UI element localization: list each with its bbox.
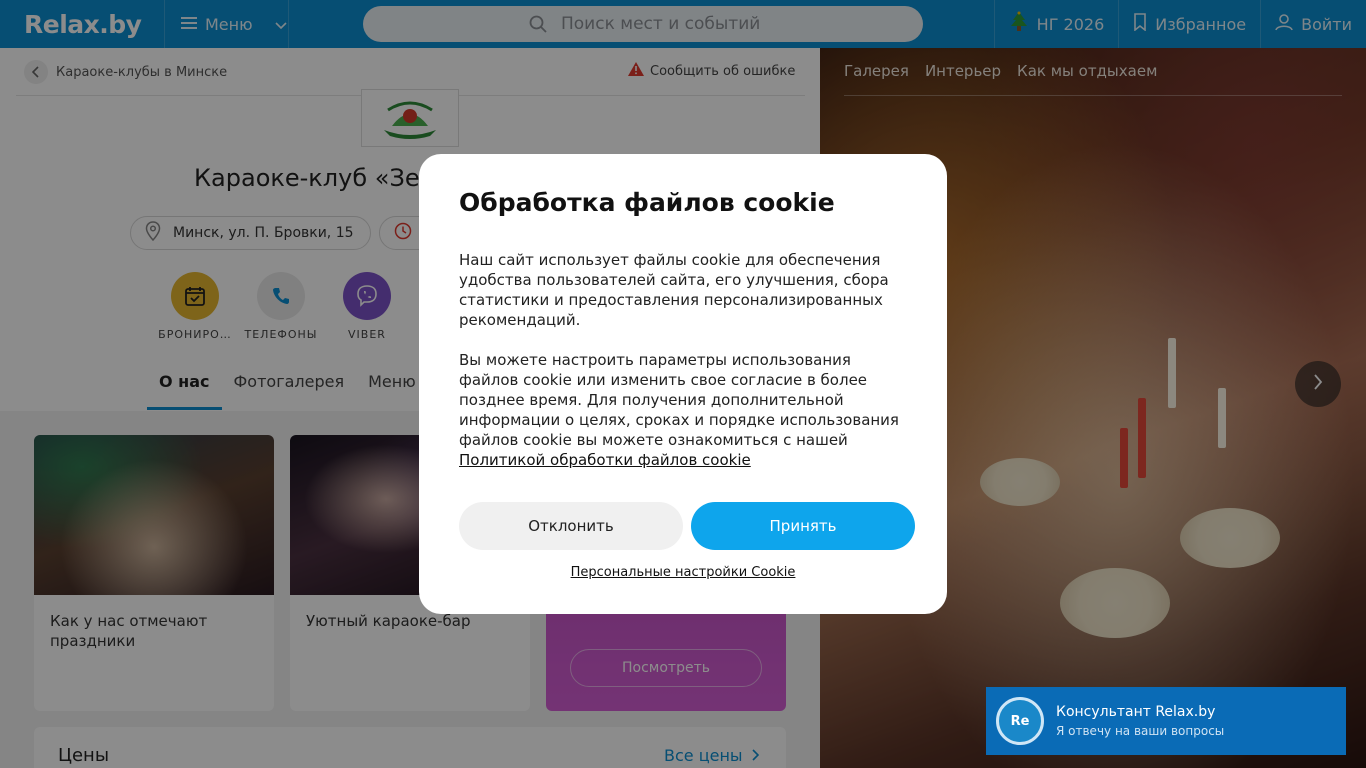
cookie-dialog: Обработка файлов cookie Наш сайт использ… — [419, 154, 947, 614]
cookie-policy-link[interactable]: Политикой обработки файлов cookie — [459, 451, 751, 469]
personal-settings-link[interactable]: Персональные настройки Cookie — [419, 565, 947, 580]
consultant-widget[interactable]: Re Консультант Relax.by Я отвечу на ваши… — [986, 687, 1346, 755]
consultant-subtitle: Я отвечу на ваши вопросы — [1056, 724, 1225, 738]
consultant-avatar: Re — [996, 697, 1044, 745]
accept-button[interactable]: Принять — [691, 502, 915, 550]
consultant-title: Консультант Relax.by — [1056, 704, 1216, 720]
cookie-title: Обработка файлов cookie — [459, 188, 835, 217]
cookie-text-1: Наш сайт использует файлы cookie для обе… — [459, 251, 889, 329]
cookie-text-2: Вы можете настроить параметры использова… — [459, 350, 909, 470]
cookie-text-2-body: Вы можете настроить параметры использова… — [459, 351, 899, 449]
decline-button[interactable]: Отклонить — [459, 502, 683, 550]
